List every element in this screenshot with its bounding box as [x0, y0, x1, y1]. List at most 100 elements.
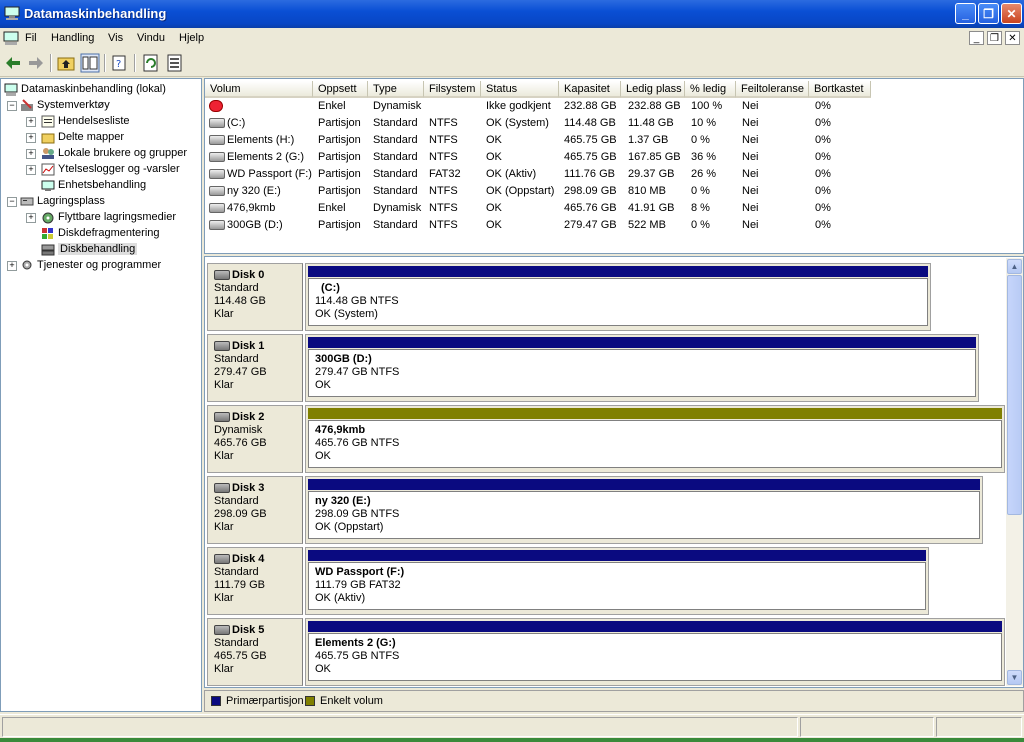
column-header-feiltoleranse[interactable]: Feiltoleranse [736, 81, 809, 98]
tree-item-system-tools[interactable]: Systemverktøy [20, 97, 110, 113]
tree-item-defragmenter[interactable]: Diskdefragmentering [41, 225, 160, 241]
partition-block[interactable]: 476,9kmb 465.76 GB NTFS OK [305, 405, 1005, 473]
status-panel [800, 717, 934, 737]
disk-management-icon [41, 244, 55, 256]
partition-block[interactable]: 300GB (D:) 279.47 GB NTFS OK [305, 334, 979, 402]
forward-icon[interactable] [26, 53, 46, 73]
partition-color-bar [308, 550, 926, 561]
table-row[interactable]: WD Passport (F:) Partisjon Standard FAT3… [205, 166, 1024, 183]
partition-block[interactable]: (C:) 114.48 GB NTFS OK (System) [305, 263, 931, 331]
volume-icon [209, 220, 225, 231]
disk-header[interactable]: Disk 4 Standard 111.79 GB Klar [207, 547, 303, 615]
menu-hjelp[interactable]: Hjelp [179, 32, 204, 44]
status-panel [936, 717, 1022, 737]
table-row[interactable]: (C:) Partisjon Standard NTFS OK (System)… [205, 115, 1024, 132]
tree-item-storage[interactable]: Lagringsplass [20, 193, 105, 209]
minimize-button[interactable]: _ [955, 3, 976, 24]
computer-icon [3, 31, 19, 45]
disk-header[interactable]: Disk 2 Dynamisk 465.76 GB Klar [207, 405, 303, 473]
collapse-toggle[interactable]: − [7, 101, 17, 111]
table-row[interactable]: ny 320 (E:) Partisjon Standard NTFS OK (… [205, 183, 1024, 200]
disk-header[interactable]: Disk 3 Standard 298.09 GB Klar [207, 476, 303, 544]
mdi-minimize-button[interactable]: _ [969, 31, 984, 45]
partition-info: (C:) 114.48 GB NTFS OK (System) [308, 278, 928, 326]
back-icon[interactable] [3, 53, 23, 73]
tree-item-local-users[interactable]: Lokale brukere og grupper [41, 145, 187, 161]
disk-header[interactable]: Disk 0 Standard 114.48 GB Klar [207, 263, 303, 331]
collapse-toggle[interactable]: − [7, 197, 17, 207]
tree-item-disk-management[interactable]: Diskbehandling [41, 241, 138, 257]
tree-label: Diskdefragmentering [58, 227, 160, 239]
disk-icon [214, 341, 230, 352]
expand-toggle[interactable]: + [26, 117, 36, 127]
computer-icon [4, 6, 20, 20]
services-icon [22, 260, 32, 270]
column-header-filsystem[interactable]: Filsystem [424, 81, 481, 98]
partition-info: Elements 2 (G:) 465.75 GB NTFS OK [308, 633, 1002, 681]
tree-item-services[interactable]: Tjenester og programmer [20, 257, 161, 273]
partition-block[interactable]: WD Passport (F:) 111.79 GB FAT32 OK (Akt… [305, 547, 929, 615]
event-viewer-icon [41, 115, 55, 128]
disk-icon [214, 483, 230, 494]
menu-fil[interactable]: Fil [25, 32, 37, 44]
volume-list: Volum Oppsett Type Filsystem Status Kapa… [204, 78, 1024, 254]
close-button[interactable]: ✕ [1001, 3, 1022, 24]
properties-icon[interactable]: ? [110, 53, 130, 73]
up-folder-icon[interactable] [56, 53, 76, 73]
menu-handling[interactable]: Handling [51, 32, 94, 44]
partition-block[interactable]: ny 320 (E:) 298.09 GB NTFS OK (Oppstart) [305, 476, 983, 544]
disk-header[interactable]: Disk 5 Standard 465.75 GB Klar [207, 618, 303, 686]
tools-icon [21, 98, 33, 111]
column-header-type[interactable]: Type [368, 81, 424, 98]
table-row[interactable]: 476,9kmb Enkel Dynamisk NTFS OK 465.76 G… [205, 200, 1024, 217]
disk-icon [214, 625, 230, 636]
expand-toggle[interactable]: + [7, 261, 17, 271]
expand-toggle[interactable]: + [26, 165, 36, 175]
disk-row: Disk 3 Standard 298.09 GB Klar ny 320 (E… [207, 476, 1005, 544]
tree-item-device-manager[interactable]: Enhetsbehandling [41, 177, 146, 193]
mdi-close-button[interactable]: ✕ [1005, 31, 1020, 45]
console-tree: Datamaskinbehandling (lokal) − Systemver… [0, 78, 202, 712]
menu-vindu[interactable]: Vindu [137, 32, 165, 44]
expand-toggle[interactable]: + [26, 213, 36, 223]
table-row[interactable]: Enkel Dynamisk Ikke godkjent 232.88 GB 2… [205, 98, 1024, 115]
mdi-restore-button[interactable]: ❐ [987, 31, 1002, 45]
scroll-up-icon[interactable]: ▲ [1007, 259, 1022, 274]
show-hide-tree-icon[interactable] [80, 53, 100, 73]
restore-button[interactable]: ❐ [978, 3, 999, 24]
column-header-ledig-plass[interactable]: Ledig plass [621, 81, 685, 98]
scroll-thumb[interactable] [1007, 275, 1022, 515]
column-header-kapasitet[interactable]: Kapasitet [559, 81, 621, 98]
volume-icon [209, 203, 225, 214]
menu-vis[interactable]: Vis [108, 32, 123, 44]
disk-header[interactable]: Disk 1 Standard 279.47 GB Klar [207, 334, 303, 402]
column-header-bortkastet[interactable]: Bortkastet [809, 81, 871, 98]
table-row[interactable]: Elements (H:) Partisjon Standard NTFS OK… [205, 132, 1024, 149]
tree-item-performance-logs[interactable]: Ytelseslogger og -varsler [41, 161, 180, 177]
disk-pane-scrollbar[interactable]: ▲ ▼ [1006, 258, 1023, 686]
expand-toggle[interactable]: + [26, 133, 36, 143]
tree-item-removable-storage[interactable]: Flyttbare lagringsmedier [41, 209, 176, 225]
expand-toggle[interactable]: + [26, 149, 36, 159]
scroll-down-icon[interactable]: ▼ [1007, 670, 1022, 685]
disk-row: Disk 5 Standard 465.75 GB Klar Elements … [207, 618, 1005, 686]
tree-label: Ytelseslogger og -varsler [58, 163, 180, 175]
disk-row: Disk 0 Standard 114.48 GB Klar (C:) 114.… [207, 263, 1005, 331]
column-header-status[interactable]: Status [481, 81, 559, 98]
tree-item-root[interactable]: Datamaskinbehandling (lokal) [4, 81, 166, 97]
export-list-icon[interactable] [165, 53, 185, 73]
refresh-icon[interactable] [141, 53, 161, 73]
column-header-oppsett[interactable]: Oppsett [313, 81, 368, 98]
tree-item-event-viewer[interactable]: Hendelsesliste [41, 113, 130, 129]
column-header-volum[interactable]: Volum [205, 81, 313, 98]
disk-icon [214, 270, 230, 281]
legend-swatch-simple [305, 696, 315, 706]
disk-icon [214, 412, 230, 423]
table-row[interactable]: Elements 2 (G:) Partisjon Standard NTFS … [205, 149, 1024, 166]
shared-folder-icon [41, 133, 55, 144]
tree-item-shared-folders[interactable]: Delte mapper [41, 129, 124, 145]
column-header-prosent-ledig[interactable]: % ledig [685, 81, 736, 98]
volume-icon [209, 135, 225, 146]
table-row[interactable]: 300GB (D:) Partisjon Standard NTFS OK 27… [205, 217, 1024, 234]
partition-block[interactable]: Elements 2 (G:) 465.75 GB NTFS OK [305, 618, 1005, 686]
